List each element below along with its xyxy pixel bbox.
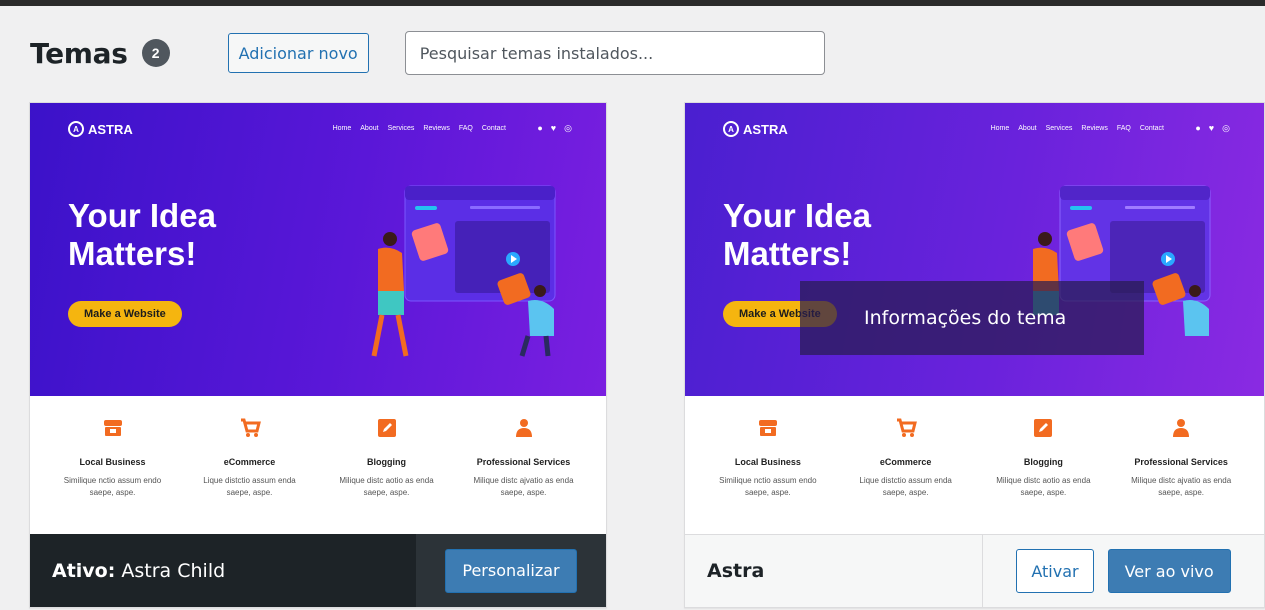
theme-name: Ativo: Astra Child <box>30 560 416 582</box>
page-header: Temas 2 Adicionar novo <box>30 28 825 78</box>
preview-nav-item: About <box>360 125 379 132</box>
preview-cta: Make a Website <box>68 301 182 327</box>
page-title: Temas <box>30 36 128 70</box>
preview-hero: A ASTRA Home About Services Reviews FAQ C… <box>685 103 1264 396</box>
edit-icon <box>1034 419 1053 437</box>
theme-screenshot[interactable]: A ASTRA Home About Services Reviews FAQ C… <box>685 103 1264 536</box>
theme-actions-bar: Astra Ativar Ver ao vivo <box>685 534 1264 607</box>
feature-item: Blogging Milique distc aotio as enda sae… <box>984 396 1102 536</box>
theme-count-badge: 2 <box>141 39 170 67</box>
theme-actions: Ativar Ver ao vivo <box>982 535 1264 607</box>
feature-item: eCommerce Lique distctio assum enda saep… <box>847 396 965 536</box>
twitter-icon: ♥ <box>550 123 557 133</box>
theme-details-overlay[interactable]: Informações do tema <box>800 281 1144 355</box>
cart-icon <box>896 418 917 437</box>
preview-logo: A ASTRA <box>723 121 788 137</box>
preview-nav-item: Services <box>387 125 415 132</box>
preview-nav-item: Home <box>332 125 352 132</box>
person-icon <box>515 419 532 437</box>
preview-nav-item: FAQ <box>1116 125 1131 132</box>
theme-name-text: Astra <box>707 560 765 582</box>
store-icon <box>758 420 777 436</box>
theme-card-astra[interactable]: A ASTRA Home About Services Reviews FAQ C… <box>684 102 1265 608</box>
instagram-icon: ◎ <box>564 123 572 133</box>
theme-screenshot[interactable]: A ASTRA Home About Services Reviews FAQ C… <box>30 103 606 536</box>
feature-item: Professional Services Milique distc ajva… <box>1122 396 1240 536</box>
preview-features: Local Business Similique nctio assum end… <box>685 396 1264 536</box>
preview-nav-item: Contact <box>481 125 506 132</box>
feature-item: eCommerce Lique distctio assum enda saep… <box>191 396 309 536</box>
top-strip <box>0 0 1265 6</box>
theme-name-text: Astra Child <box>121 559 226 582</box>
feature-item: Local Business Similique nctio assum end… <box>54 396 172 536</box>
feature-item: Professional Services Milique distc ajva… <box>465 396 583 536</box>
instagram-icon: ◎ <box>1222 123 1230 133</box>
preview-social-icons: ● ♥ ◎ <box>1195 123 1230 134</box>
activate-button[interactable]: Ativar <box>1016 549 1094 593</box>
edit-icon <box>377 419 396 437</box>
preview-nav-item: Home <box>990 125 1010 132</box>
live-preview-button[interactable]: Ver ao vivo <box>1107 549 1231 593</box>
preview-nav-item: About <box>1018 125 1037 132</box>
preview-social-icons: ● ♥ ◎ <box>537 123 572 134</box>
facebook-icon: ● <box>537 123 543 133</box>
active-label: Ativo: <box>52 559 116 582</box>
preview-features: Local Business Similique nctio assum end… <box>30 396 606 536</box>
add-new-theme-button[interactable]: Adicionar novo <box>227 33 369 73</box>
preview-illustration <box>371 185 556 357</box>
preview-nav: Home About Services Reviews FAQ Contact <box>333 125 506 132</box>
feature-item: Blogging Milique distc aotio as enda sae… <box>328 396 446 536</box>
person-icon <box>1173 419 1190 437</box>
preview-headline: Your Idea Matters! <box>68 197 216 272</box>
preview-hero: A ASTRA Home About Services Reviews FAQ C… <box>30 103 606 396</box>
theme-actions: Personalizar <box>416 534 606 607</box>
preview-nav-item: Services <box>1045 125 1073 132</box>
preview-nav-item: Reviews <box>423 125 450 132</box>
theme-name: Astra <box>685 560 982 582</box>
facebook-icon: ● <box>1195 123 1201 133</box>
preview-nav: Home About Services Reviews FAQ Contact <box>991 125 1164 132</box>
preview-nav-item: Reviews <box>1081 125 1108 132</box>
search-themes-input[interactable] <box>404 31 825 75</box>
customize-button[interactable]: Personalizar <box>445 548 577 593</box>
preview-logo: A ASTRA <box>68 121 133 137</box>
preview-nav-item: Contact <box>1139 125 1164 132</box>
theme-actions-bar: Ativo: Astra Child Personalizar <box>30 534 606 607</box>
preview-headline: Your Idea Matters! <box>723 197 871 272</box>
theme-card-astra-child[interactable]: A ASTRA Home About Services Reviews FAQ C… <box>29 102 607 608</box>
cart-icon <box>240 418 261 437</box>
feature-item: Local Business Similique nctio assum end… <box>709 396 827 536</box>
twitter-icon: ♥ <box>1208 123 1215 133</box>
preview-nav-item: FAQ <box>458 125 473 132</box>
store-icon <box>103 420 122 436</box>
